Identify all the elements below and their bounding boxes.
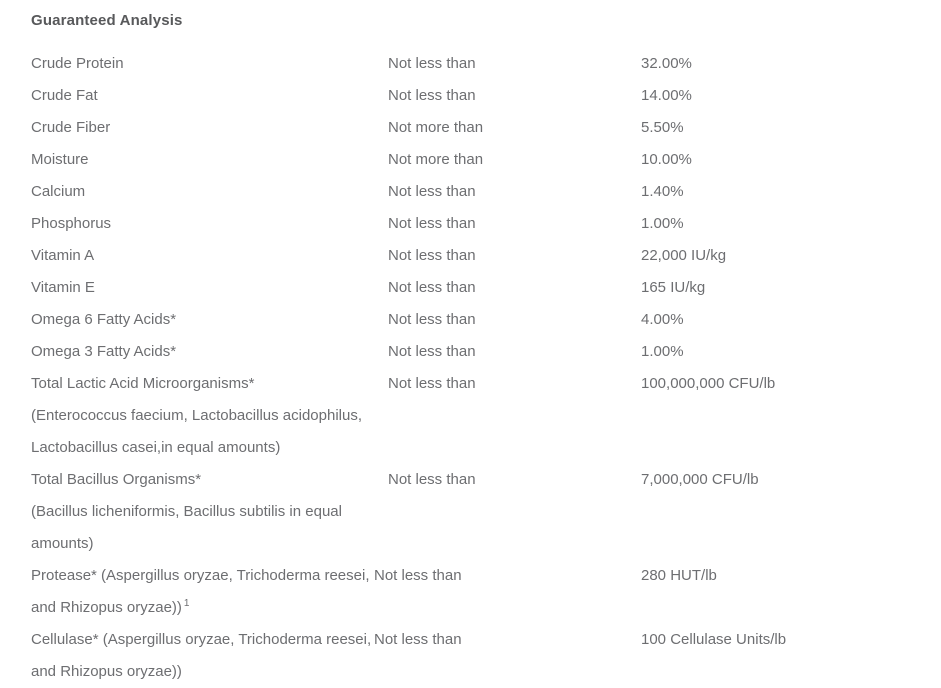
table-row: Calcium Not less than 1.40% bbox=[0, 176, 941, 208]
table-row: Omega 3 Fatty Acids* Not less than 1.00% bbox=[0, 336, 941, 368]
nutrient-qualifier: Not less than bbox=[388, 471, 476, 488]
guaranteed-analysis-table: Crude Protein Not less than 32.00% Crude… bbox=[0, 48, 941, 688]
nutrient-value: 5.50% bbox=[641, 119, 684, 136]
nutrient-value bbox=[632, 400, 941, 464]
nutrient-name-text: Protease* (Aspergillus oryzae, Trichoder… bbox=[31, 560, 374, 624]
table-row: Crude Protein Not less than 32.00% bbox=[0, 48, 941, 80]
nutrient-qualifier bbox=[374, 496, 632, 560]
nutrient-value: 100,000,000 CFU/lb bbox=[641, 375, 776, 392]
nutrient-value: 14.00% bbox=[641, 87, 692, 104]
nutrient-qualifier: Not less than bbox=[388, 183, 476, 200]
nutrient-name-text: Cellulase* (Aspergillus oryzae, Trichode… bbox=[31, 631, 372, 680]
nutrient-value: 4.00% bbox=[641, 311, 684, 328]
table-row: Protease* (Aspergillus oryzae, Trichoder… bbox=[0, 560, 941, 624]
table-row: Vitamin E Not less than 165 IU/kg bbox=[0, 272, 941, 304]
table-row: Crude Fat Not less than 14.00% bbox=[0, 80, 941, 112]
nutrient-qualifier: Not less than bbox=[388, 55, 476, 72]
nutrient-qualifier: Not less than bbox=[388, 375, 476, 392]
nutrient-name: Omega 3 Fatty Acids* bbox=[31, 343, 177, 360]
nutrient-value: 1.00% bbox=[641, 343, 684, 360]
nutrient-name: Crude Fat bbox=[31, 87, 98, 104]
table-row: Omega 6 Fatty Acids* Not less than 4.00% bbox=[0, 304, 941, 336]
nutrient-value: 100 Cellulase Units/lb bbox=[641, 631, 787, 648]
table-row: (Enterococcus faecium, Lactobacillus aci… bbox=[0, 400, 941, 464]
nutrient-description: (Enterococcus faecium, Lactobacillus aci… bbox=[0, 400, 374, 464]
nutrient-qualifier: Not more than bbox=[388, 119, 484, 136]
nutrient-qualifier: Not less than bbox=[388, 311, 476, 328]
nutrient-name: Calcium bbox=[31, 183, 86, 200]
nutrient-value: 280 HUT/lb bbox=[641, 567, 717, 584]
table-body: Crude Protein Not less than 32.00% Crude… bbox=[0, 48, 941, 688]
nutrient-qualifier: Not less than bbox=[388, 247, 476, 264]
nutrient-qualifier: Not less than bbox=[388, 215, 476, 232]
nutrient-name: Total Lactic Acid Microorganisms* bbox=[31, 375, 255, 392]
nutrient-value: 1.00% bbox=[641, 215, 684, 232]
page-title: Guaranteed Analysis bbox=[31, 12, 183, 29]
nutrient-name: Phosphorus bbox=[31, 215, 112, 232]
nutrient-description-text: (Enterococcus faecium, Lactobacillus aci… bbox=[31, 407, 363, 456]
table-row: Vitamin A Not less than 22,000 IU/kg bbox=[0, 240, 941, 272]
nutrient-name: Vitamin A bbox=[31, 247, 95, 264]
nutrient-qualifier bbox=[374, 400, 632, 464]
nutrient-qualifier: Not more than bbox=[388, 151, 484, 168]
nutrient-value: 165 IU/kg bbox=[641, 279, 706, 296]
table-row: Moisture Not more than 10.00% bbox=[0, 144, 941, 176]
nutrient-qualifier: Not less than bbox=[374, 567, 462, 584]
nutrient-qualifier: Not less than bbox=[388, 343, 476, 360]
nutrient-name: Cellulase* (Aspergillus oryzae, Trichode… bbox=[0, 624, 374, 688]
table-row: Cellulase* (Aspergillus oryzae, Trichode… bbox=[0, 624, 941, 688]
nutrient-name-label: Protease* (Aspergillus oryzae, Trichoder… bbox=[31, 567, 370, 616]
nutrient-value: 7,000,000 CFU/lb bbox=[641, 471, 759, 488]
table-row: (Bacillus licheniformis, Bacillus subtil… bbox=[0, 496, 941, 560]
nutrient-name: Protease* (Aspergillus oryzae, Trichoder… bbox=[0, 560, 374, 624]
nutrient-name: Crude Protein bbox=[31, 55, 124, 72]
nutrient-qualifier: Not less than bbox=[374, 631, 462, 648]
table-row: Total Lactic Acid Microorganisms* Not le… bbox=[0, 368, 941, 400]
nutrient-value: 32.00% bbox=[641, 55, 692, 72]
nutrient-value: 1.40% bbox=[641, 183, 684, 200]
nutrient-description: (Bacillus licheniformis, Bacillus subtil… bbox=[0, 496, 374, 560]
nutrient-value: 22,000 IU/kg bbox=[641, 247, 727, 264]
nutrient-name: Vitamin E bbox=[31, 279, 95, 296]
nutrient-value: 10.00% bbox=[641, 151, 692, 168]
table-row: Phosphorus Not less than 1.00% bbox=[0, 208, 941, 240]
nutrient-name: Crude Fiber bbox=[31, 119, 111, 136]
nutrient-name: Moisture bbox=[31, 151, 89, 168]
nutrient-value bbox=[632, 496, 941, 560]
nutrient-description-text: (Bacillus licheniformis, Bacillus subtil… bbox=[31, 503, 342, 552]
table-row: Crude Fiber Not more than 5.50% bbox=[0, 112, 941, 144]
nutrient-name: Omega 6 Fatty Acids* bbox=[31, 311, 177, 328]
nutrient-qualifier: Not less than bbox=[388, 87, 476, 104]
footnote-marker: 1 bbox=[183, 598, 190, 609]
guaranteed-analysis-panel: Guaranteed Analysis Crude Protein Not le… bbox=[0, 0, 941, 680]
table-row: Total Bacillus Organisms* Not less than … bbox=[0, 464, 941, 496]
nutrient-qualifier: Not less than bbox=[388, 279, 476, 296]
nutrient-name: Total Bacillus Organisms* bbox=[31, 471, 202, 488]
